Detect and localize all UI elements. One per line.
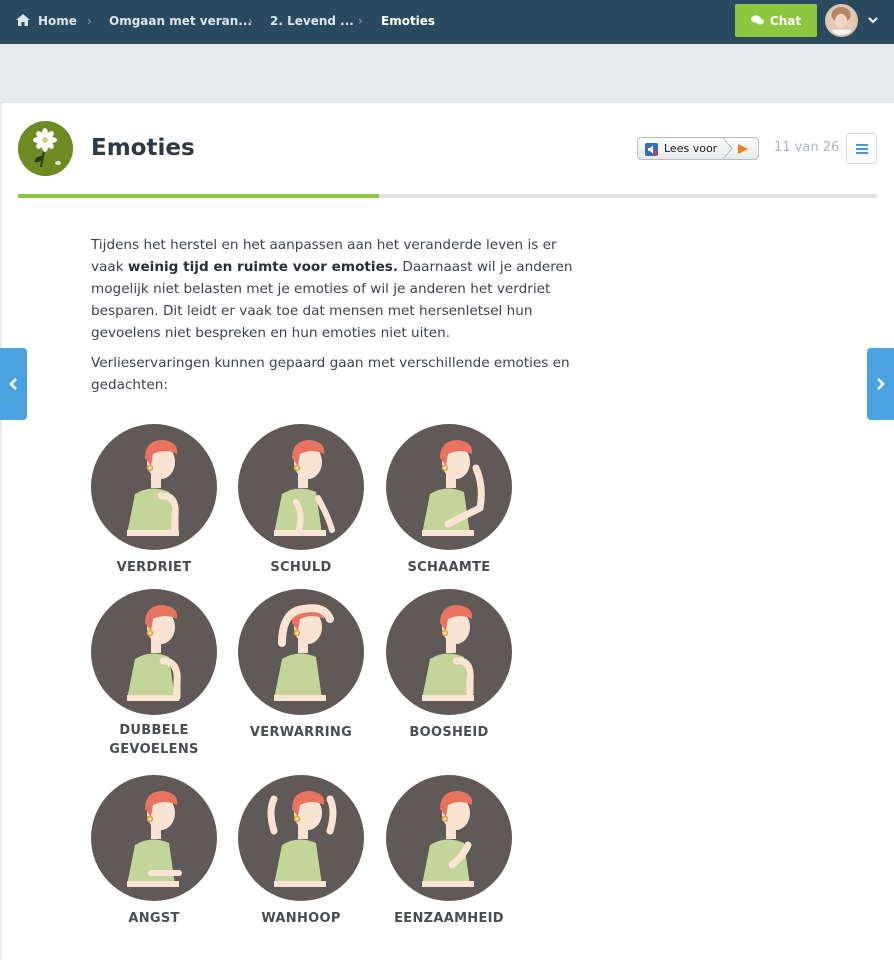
dubbele-gevoelens-illustration <box>91 589 217 715</box>
read-aloud-label: Lees voor <box>664 142 718 155</box>
breadcrumb-separator: › <box>248 14 253 28</box>
emotion-label: VERWARRING <box>249 725 353 740</box>
chat-button[interactable]: Chat <box>735 4 817 37</box>
breadcrumb-item[interactable]: Omgaan met veran... <box>109 0 252 44</box>
next-page-button[interactable] <box>867 348 894 420</box>
emotion-card-wanhoop: WANHOOP <box>226 775 376 928</box>
chat-button-label: Chat <box>769 13 802 28</box>
emotion-label: ANGST <box>128 911 180 926</box>
breadcrumb-separator: › <box>358 14 363 28</box>
breadcrumb-item[interactable]: 2. Levend ... <box>270 0 354 44</box>
intro-paragraph: Tijdens het herstel en het aanpassen aan… <box>91 234 581 344</box>
emotion-card-verwarring: VERWARRING <box>226 589 376 742</box>
menu-icon-line <box>856 148 868 150</box>
verdriet-illustration <box>91 424 217 550</box>
play-icon[interactable] <box>737 143 749 155</box>
emotion-card-schaamte: SCHAAMTE <box>374 424 524 577</box>
menu-icon-line <box>856 152 868 154</box>
emotion-label: WANHOOP <box>261 911 341 926</box>
boosheid-illustration <box>386 589 512 715</box>
previous-page-button[interactable] <box>0 348 27 420</box>
emotion-card-eenzaamheid: EENZAAMHEID <box>374 775 524 928</box>
chevron-down-icon[interactable] <box>867 14 879 26</box>
emotion-label: VERDRIET <box>116 560 192 575</box>
home-icon <box>16 14 30 26</box>
emotion-card-verdriet: VERDRIET <box>79 424 229 577</box>
page-title: Emoties <box>91 135 195 161</box>
progress-fill <box>18 194 379 198</box>
page-background-band <box>0 44 894 103</box>
emotion-label: BOOSHEID <box>409 725 489 740</box>
emotion-label: SCHAAMTE <box>407 560 491 575</box>
emotion-label: EENZAAMHEID <box>394 911 504 926</box>
emotions-intro-paragraph: Verlieservaringen kunnen gepaard gaan me… <box>91 355 570 393</box>
eenzaamheid-illustration <box>386 775 512 901</box>
page-counter: 11 van 26 <box>774 140 840 155</box>
intro-bold-text: weinig tijd en ruimte voor emoties. <box>127 259 399 275</box>
progress-bar <box>18 194 877 198</box>
emotion-card-boosheid: BOOSHEID <box>374 589 524 742</box>
emotion-card-dubbele-gevoelens: DUBBELE GEVOELENS <box>79 589 229 759</box>
schuld-illustration <box>238 424 364 550</box>
chevron-left-icon <box>9 378 17 390</box>
divider <box>722 138 733 159</box>
emotion-label: SCHULD <box>270 560 332 575</box>
menu-button[interactable] <box>846 133 877 164</box>
breadcrumb-home-label: Home <box>38 14 77 28</box>
breadcrumb-home[interactable]: Home <box>16 0 77 44</box>
menu-icon <box>856 144 868 146</box>
breadcrumb-separator: › <box>87 14 92 28</box>
read-aloud-button[interactable]: Lees voor <box>637 137 759 160</box>
flower-icon <box>18 121 73 176</box>
schaamte-illustration <box>386 424 512 550</box>
breadcrumb-current: Emoties <box>381 14 436 28</box>
emotion-card-angst: ANGST <box>79 775 229 928</box>
speaker-icon <box>645 143 658 156</box>
emotion-label: DUBBELE GEVOELENS <box>109 723 199 757</box>
angst-illustration <box>91 775 217 901</box>
chat-icon <box>750 15 764 25</box>
emotion-card-schuld: SCHULD <box>226 424 376 577</box>
chevron-right-icon <box>877 378 885 390</box>
verwarring-illustration <box>238 589 364 715</box>
avatar[interactable] <box>825 4 858 37</box>
wanhoop-illustration <box>238 775 364 901</box>
top-navigation-bar: Home › Omgaan met veran... › 2. Levend .… <box>0 0 894 44</box>
